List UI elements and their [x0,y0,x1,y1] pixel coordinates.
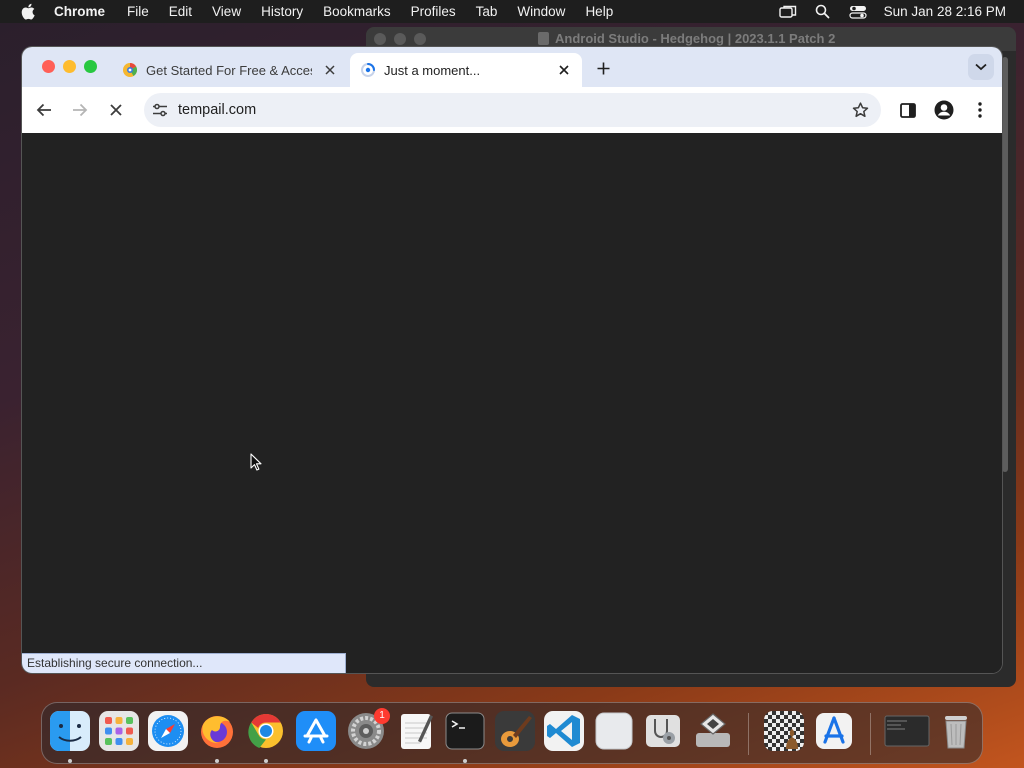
side-panel-icon [900,102,916,118]
loading-spinner-favicon-icon [360,62,376,78]
back-button[interactable] [34,100,54,120]
close-window-button[interactable] [42,60,55,73]
chrome-menu-button[interactable] [970,100,990,120]
terminal-icon[interactable] [445,711,485,751]
site-info-icon[interactable] [151,101,169,119]
terminal-running-indicator [463,759,467,763]
menu-tab[interactable]: Tab [476,4,498,19]
bookmark-star-icon[interactable] [851,101,869,119]
tab-title: Just a moment... [384,62,481,78]
menu-profiles[interactable]: Profiles [411,4,456,19]
forward-button[interactable] [70,100,90,120]
menu-view[interactable]: View [212,4,241,19]
dock-separator [870,713,871,755]
minimized-window-icon[interactable] [884,711,930,751]
firefox-running-indicator [215,759,219,763]
stop-loading-button[interactable] [106,100,126,120]
notification-badge: 1 [374,708,390,724]
plus-icon [597,62,609,74]
menu-bookmarks[interactable]: Bookmarks [323,4,391,19]
close-icon [110,104,122,116]
menu-help[interactable]: Help [585,4,613,19]
chrome-window: Get Started For Free & Access Just a mom… [22,47,1002,673]
menu-window[interactable]: Window [517,4,565,19]
status-bubble: Establishing secure connection... [22,653,346,673]
android-studio-window-controls [374,33,426,45]
kebab-menu-icon [978,102,982,118]
menu-history[interactable]: History [261,4,303,19]
tab-get-started[interactable]: Get Started For Free & Access [114,53,348,87]
visual-studio-code-icon[interactable] [544,711,584,751]
tab-search-button[interactable] [968,54,994,80]
safari-icon[interactable] [148,711,188,751]
close-tab-icon[interactable] [556,62,572,78]
android-studio-scrollbar[interactable] [1002,57,1008,472]
side-panel-button[interactable] [898,100,918,120]
screen-mirroring-icon[interactable] [777,3,799,21]
chess-icon[interactable] [764,711,804,751]
minimize-window-button[interactable] [63,60,76,73]
google-chrome-icon[interactable] [246,711,286,751]
launchpad-icon[interactable] [99,711,139,751]
document-icon [538,32,549,45]
textedit-icon[interactable] [396,711,436,751]
finder-running-indicator [68,759,72,763]
dock: 1 [41,702,983,764]
tab-title: Get Started For Free & Access [146,62,312,78]
garageband-icon[interactable] [495,711,535,751]
android-studio-title-text: Android Studio - Hedgehog | 2023.1.1 Pat… [555,31,836,46]
tab-just-a-moment[interactable]: Just a moment... [350,53,582,87]
mouse-pointer-icon [250,453,262,471]
page-content[interactable]: Establishing secure connection... [22,133,1002,673]
app-store-icon[interactable] [296,711,336,751]
menu-edit[interactable]: Edit [169,4,192,19]
inactive-zoom-button[interactable] [414,33,426,45]
arrow-left-icon [36,103,51,117]
inactive-close-button[interactable] [374,33,386,45]
tab-strip: Get Started For Free & Access Just a mom… [22,47,1002,87]
android-studio-title: Android Studio - Hedgehog | 2023.1.1 Pat… [538,31,835,46]
inactive-minimize-button[interactable] [394,33,406,45]
boot-camp-assistant-icon[interactable] [693,711,733,751]
profile-button[interactable] [934,100,954,120]
menu-app-chrome[interactable]: Chrome [54,4,105,19]
window-controls [42,60,97,73]
menu-bar: Chrome File Edit View History Bookmarks … [0,0,1024,23]
zoom-window-button[interactable] [84,60,97,73]
dock-separator [748,713,749,755]
address-bar[interactable]: tempail.com [144,93,881,127]
disk-utility-icon[interactable] [643,711,683,751]
chromatic-favicon-icon [122,62,138,78]
apple-icon[interactable] [19,3,37,21]
arrow-right-icon [73,103,88,117]
xcode-instruments-icon[interactable] [814,711,854,751]
trash-icon[interactable] [936,711,976,751]
menu-file[interactable]: File [127,4,149,19]
profile-avatar-icon [934,100,954,120]
chrome-running-indicator [264,759,268,763]
preview-icon[interactable] [594,711,634,751]
browser-toolbar: tempail.com [22,87,1002,133]
chevron-down-icon [975,63,987,71]
spotlight-search-icon[interactable] [812,3,834,21]
close-tab-icon[interactable] [322,62,338,78]
firefox-icon[interactable] [197,711,237,751]
finder-icon[interactable] [50,711,90,751]
new-tab-button[interactable] [594,59,612,77]
control-center-icon[interactable] [847,3,869,21]
url-text[interactable]: tempail.com [178,102,256,118]
menubar-clock[interactable]: Sun Jan 28 2:16 PM [884,4,1006,19]
